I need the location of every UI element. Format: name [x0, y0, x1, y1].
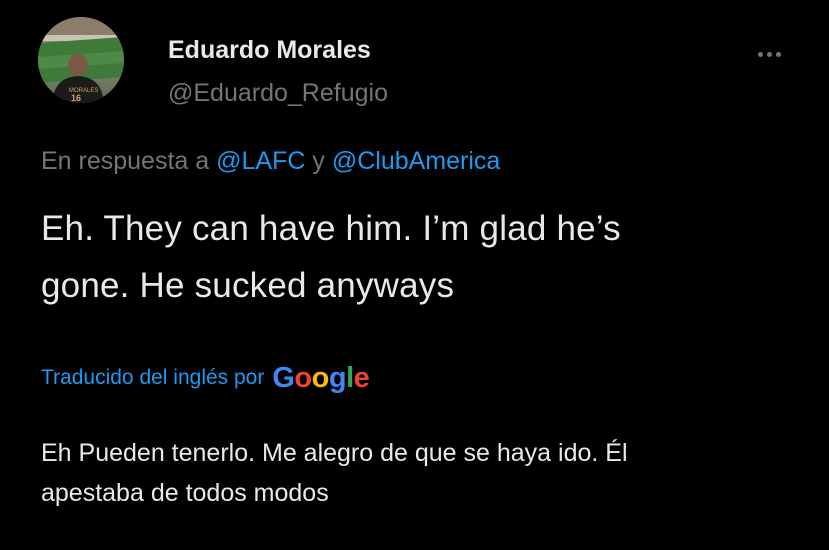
google-logo-letter: e — [353, 362, 370, 394]
tweet-text-line: Eh. They can have him. I’m glad he’s — [41, 209, 621, 248]
more-horizontal-icon — [766, 51, 772, 57]
translated-text: Eh Pueden tenerlo. Me alegro de que se h… — [41, 433, 811, 513]
reply-context: En respuesta a @LAFC y @ClubAmerica — [41, 147, 500, 176]
user-handle[interactable]: @Eduardo_Refugio — [168, 79, 388, 108]
more-horizontal-icon — [757, 51, 763, 57]
google-logo-letter: o — [311, 362, 330, 394]
avatar-image: MORALES 16 — [38, 17, 124, 103]
google-logo-letter: o — [294, 362, 312, 394]
google-logo-letter: G — [272, 362, 295, 394]
display-name[interactable]: Eduardo Morales — [168, 36, 371, 65]
more-horizontal-icon — [775, 51, 781, 57]
avatar-jersey-number: 16 — [71, 93, 81, 103]
reply-conjunction: y — [312, 147, 325, 175]
google-logo-letter: g — [328, 362, 347, 394]
tweet-text: Eh. They can have him. I’m glad he’s gon… — [41, 200, 801, 314]
more-options-button[interactable] — [752, 44, 786, 64]
google-logo: Google — [272, 362, 369, 395]
reply-prefix: En respuesta a — [41, 147, 210, 175]
mention-clubamerica-link[interactable]: @ClubAmerica — [332, 147, 500, 175]
tweet-text-line: gone. He sucked anyways — [41, 266, 455, 305]
translated-text-line: Eh Pueden tenerlo. Me alegro de que se h… — [41, 439, 628, 467]
translated-by-label[interactable]: Traducido del inglés por — [41, 366, 264, 390]
mention-lafc-link[interactable]: @LAFC — [216, 147, 305, 175]
google-logo-letter: l — [346, 362, 354, 394]
translation-attribution: Traducido del inglés por Google — [41, 361, 370, 395]
avatar[interactable]: MORALES 16 — [38, 17, 124, 103]
translated-text-line: apestaba de todos modos — [41, 479, 329, 507]
